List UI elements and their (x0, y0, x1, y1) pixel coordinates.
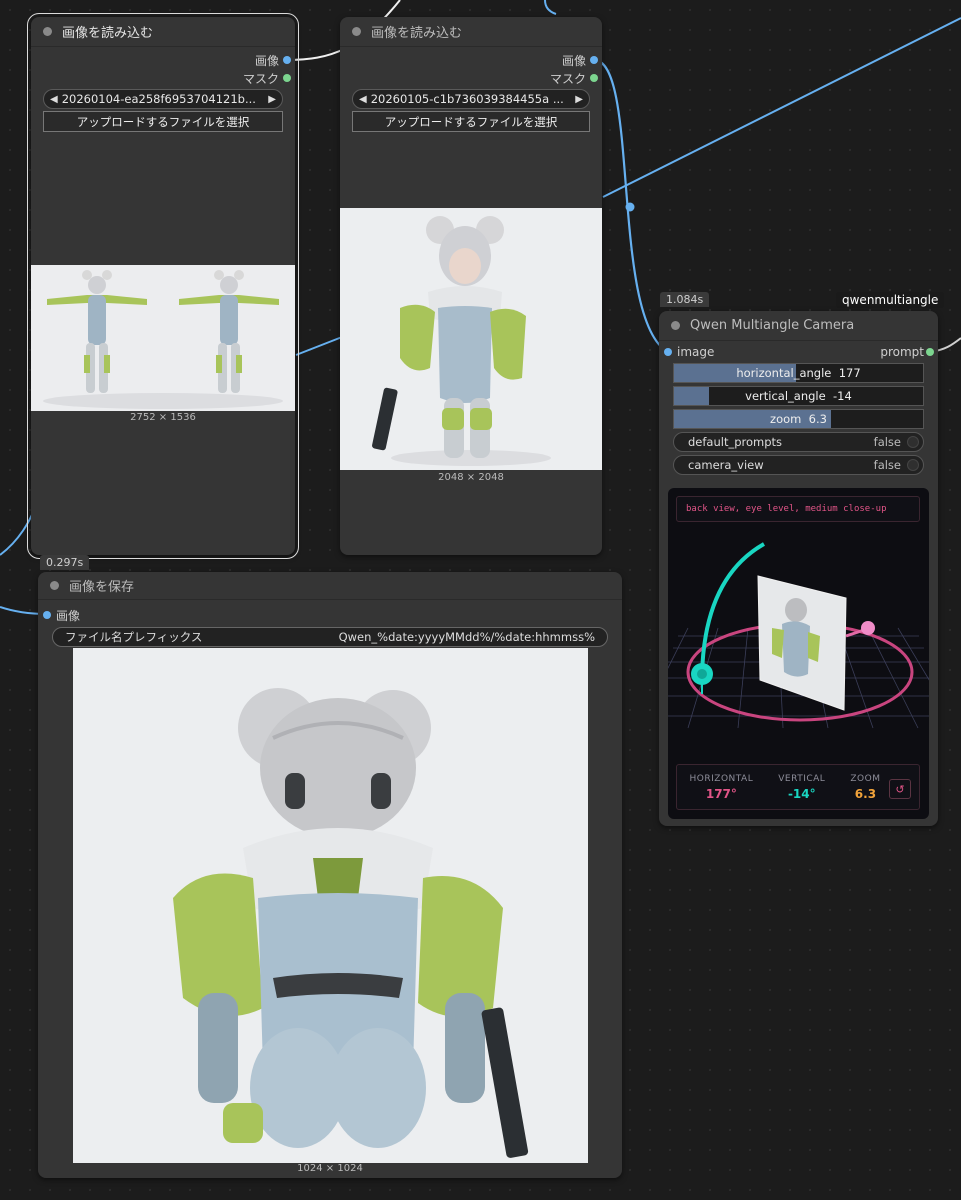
input-label: 画像 (56, 608, 81, 623)
toggle-knob-icon[interactable] (907, 459, 919, 471)
image-dimensions: 1024 × 1024 (297, 1163, 363, 1174)
camera-3d-viewport[interactable]: back view, eye level, medium close-up HO… (668, 488, 929, 819)
arrow-right-icon[interactable]: ▶ (268, 94, 276, 105)
node-title: Qwen Multiangle Camera (690, 318, 855, 333)
output-slot-mask[interactable]: マスク (31, 69, 295, 87)
image-preview (340, 208, 602, 470)
output-slot-image[interactable]: 画像 (31, 51, 295, 69)
node-title: 画像を読み込む (62, 26, 154, 41)
image-file-select[interactable]: ◀ 20260104-ea258f6953704121b... ▶ (43, 89, 283, 109)
node-title: 画像を読み込む (371, 26, 463, 41)
input-label: image (677, 345, 715, 359)
link-canvas-top (544, 0, 557, 15)
output-port-icon[interactable] (590, 56, 598, 64)
image-preview (31, 265, 295, 411)
stat-vertical: VERTICAL -14° (778, 774, 825, 801)
output-label: 画像 (561, 53, 586, 68)
image-file-name: 20260105-c1b736039384455a ... (370, 92, 564, 106)
vertical-angle-slider[interactable]: vertical_angle -14 (673, 386, 924, 406)
save-image-node[interactable]: 画像を保存 画像 ファイル名プレフィックス Qwen_%date:yyyyMMd… (38, 572, 622, 1178)
collapse-dot-icon[interactable] (43, 27, 52, 36)
saved-image-preview (73, 648, 588, 1163)
arrow-left-icon[interactable]: ◀ (50, 94, 58, 105)
input-port-icon[interactable] (43, 611, 51, 619)
toggle-label: camera_view (688, 458, 764, 472)
execution-time-badge: 1.084s (660, 292, 710, 307)
filename-prefix-label: ファイル名プレフィックス (65, 630, 203, 644)
node-title-bar[interactable]: Qwen Multiangle Camera (659, 311, 938, 341)
node-title: 画像を保存 (69, 580, 135, 595)
arrow-left-icon[interactable]: ◀ (359, 94, 367, 105)
output-label: prompt (880, 345, 924, 359)
slider-text: horizontal_angle 177 (736, 366, 861, 380)
node-name-badge: qwenmultiangle (836, 292, 945, 308)
filename-prefix-input[interactable]: ファイル名プレフィックス Qwen_%date:yyyyMMdd%/%date:… (52, 627, 608, 647)
upload-button[interactable]: アップロードするファイルを選択 (352, 111, 590, 132)
input-port-icon[interactable] (664, 348, 672, 356)
stat-label: VERTICAL (778, 773, 826, 784)
stat-zoom: ZOOM 6.3 (850, 774, 880, 801)
camera-stats: HORIZONTAL 177° VERTICAL -14° ZOOM 6.3 ↺ (676, 764, 920, 810)
image-dimensions: 2048 × 2048 (438, 472, 504, 483)
slider-text: zoom 6.3 (770, 412, 827, 426)
toggle-value: false (873, 435, 901, 449)
input-slot-image[interactable]: 画像 (38, 606, 622, 624)
vertical-arc (700, 542, 765, 677)
collapse-dot-icon[interactable] (671, 321, 680, 330)
arrow-right-icon[interactable]: ▶ (575, 94, 583, 105)
stat-label: ZOOM (850, 773, 881, 784)
subject-plane (757, 575, 847, 711)
upload-button[interactable]: アップロードするファイルを選択 (43, 111, 283, 132)
output-port-icon[interactable] (590, 74, 598, 82)
output-slot-image[interactable]: 画像 (340, 51, 602, 69)
image-file-name: 20260104-ea258f6953704121b... (61, 92, 256, 106)
execution-time-badge: 0.297s (40, 555, 90, 570)
toggle-knob-icon[interactable] (907, 436, 919, 448)
stat-value: -14° (787, 786, 816, 801)
zoom-slider[interactable]: zoom 6.3 (673, 409, 924, 429)
camera-view-toggle[interactable]: camera_view false (673, 455, 924, 475)
output-slot-mask[interactable]: マスク (340, 69, 602, 87)
load-image-node-2[interactable]: 画像を読み込む 画像 マスク ◀ 20260105-c1b73603938445… (340, 17, 602, 555)
stat-value: 6.3 (854, 786, 877, 801)
link-reroute-dot[interactable] (625, 202, 635, 212)
output-label: 画像 (254, 53, 279, 68)
horizontal-angle-slider[interactable]: horizontal_angle 177 (673, 363, 924, 383)
io-slot-row: image prompt (659, 343, 938, 361)
toggle-value: false (873, 458, 901, 472)
filename-prefix-value: Qwen_%date:yyyyMMdd%/%date:hhmmss% (338, 630, 595, 644)
reset-icon[interactable]: ↺ (889, 779, 911, 799)
output-label: マスク (242, 71, 279, 86)
output-port-icon[interactable] (283, 74, 291, 82)
stat-value: 177° (705, 786, 737, 801)
collapse-dot-icon[interactable] (50, 581, 59, 590)
slider-text: vertical_angle -14 (745, 389, 852, 403)
generated-prompt: back view, eye level, medium close-up (676, 496, 920, 522)
link-left-bottom (0, 509, 35, 556)
output-port-icon[interactable] (283, 56, 291, 64)
load-image-node-1[interactable]: 画像を読み込む 画像 マスク ◀ 20260104-ea258f69537041… (27, 13, 299, 559)
output-port-icon[interactable] (926, 348, 934, 356)
toggle-label: default_prompts (688, 435, 783, 449)
node-title-bar[interactable]: 画像を読み込む (340, 17, 602, 47)
output-label: マスク (549, 71, 586, 86)
image-dimensions: 2752 × 1536 (130, 412, 196, 423)
stat-horizontal: HORIZONTAL 177° (690, 774, 754, 801)
node-title-bar[interactable]: 画像を読み込む (31, 17, 295, 47)
image-file-select[interactable]: ◀ 20260105-c1b736039384455a ... ▶ (352, 89, 590, 109)
target-handle (861, 621, 875, 635)
qwen-multiangle-camera-node[interactable]: Qwen Multiangle Camera image prompt hori… (659, 311, 938, 826)
stat-label: HORIZONTAL (689, 773, 754, 784)
collapse-dot-icon[interactable] (352, 27, 361, 36)
node-title-bar[interactable]: 画像を保存 (38, 572, 622, 600)
default-prompts-toggle[interactable]: default_prompts false (673, 432, 924, 452)
